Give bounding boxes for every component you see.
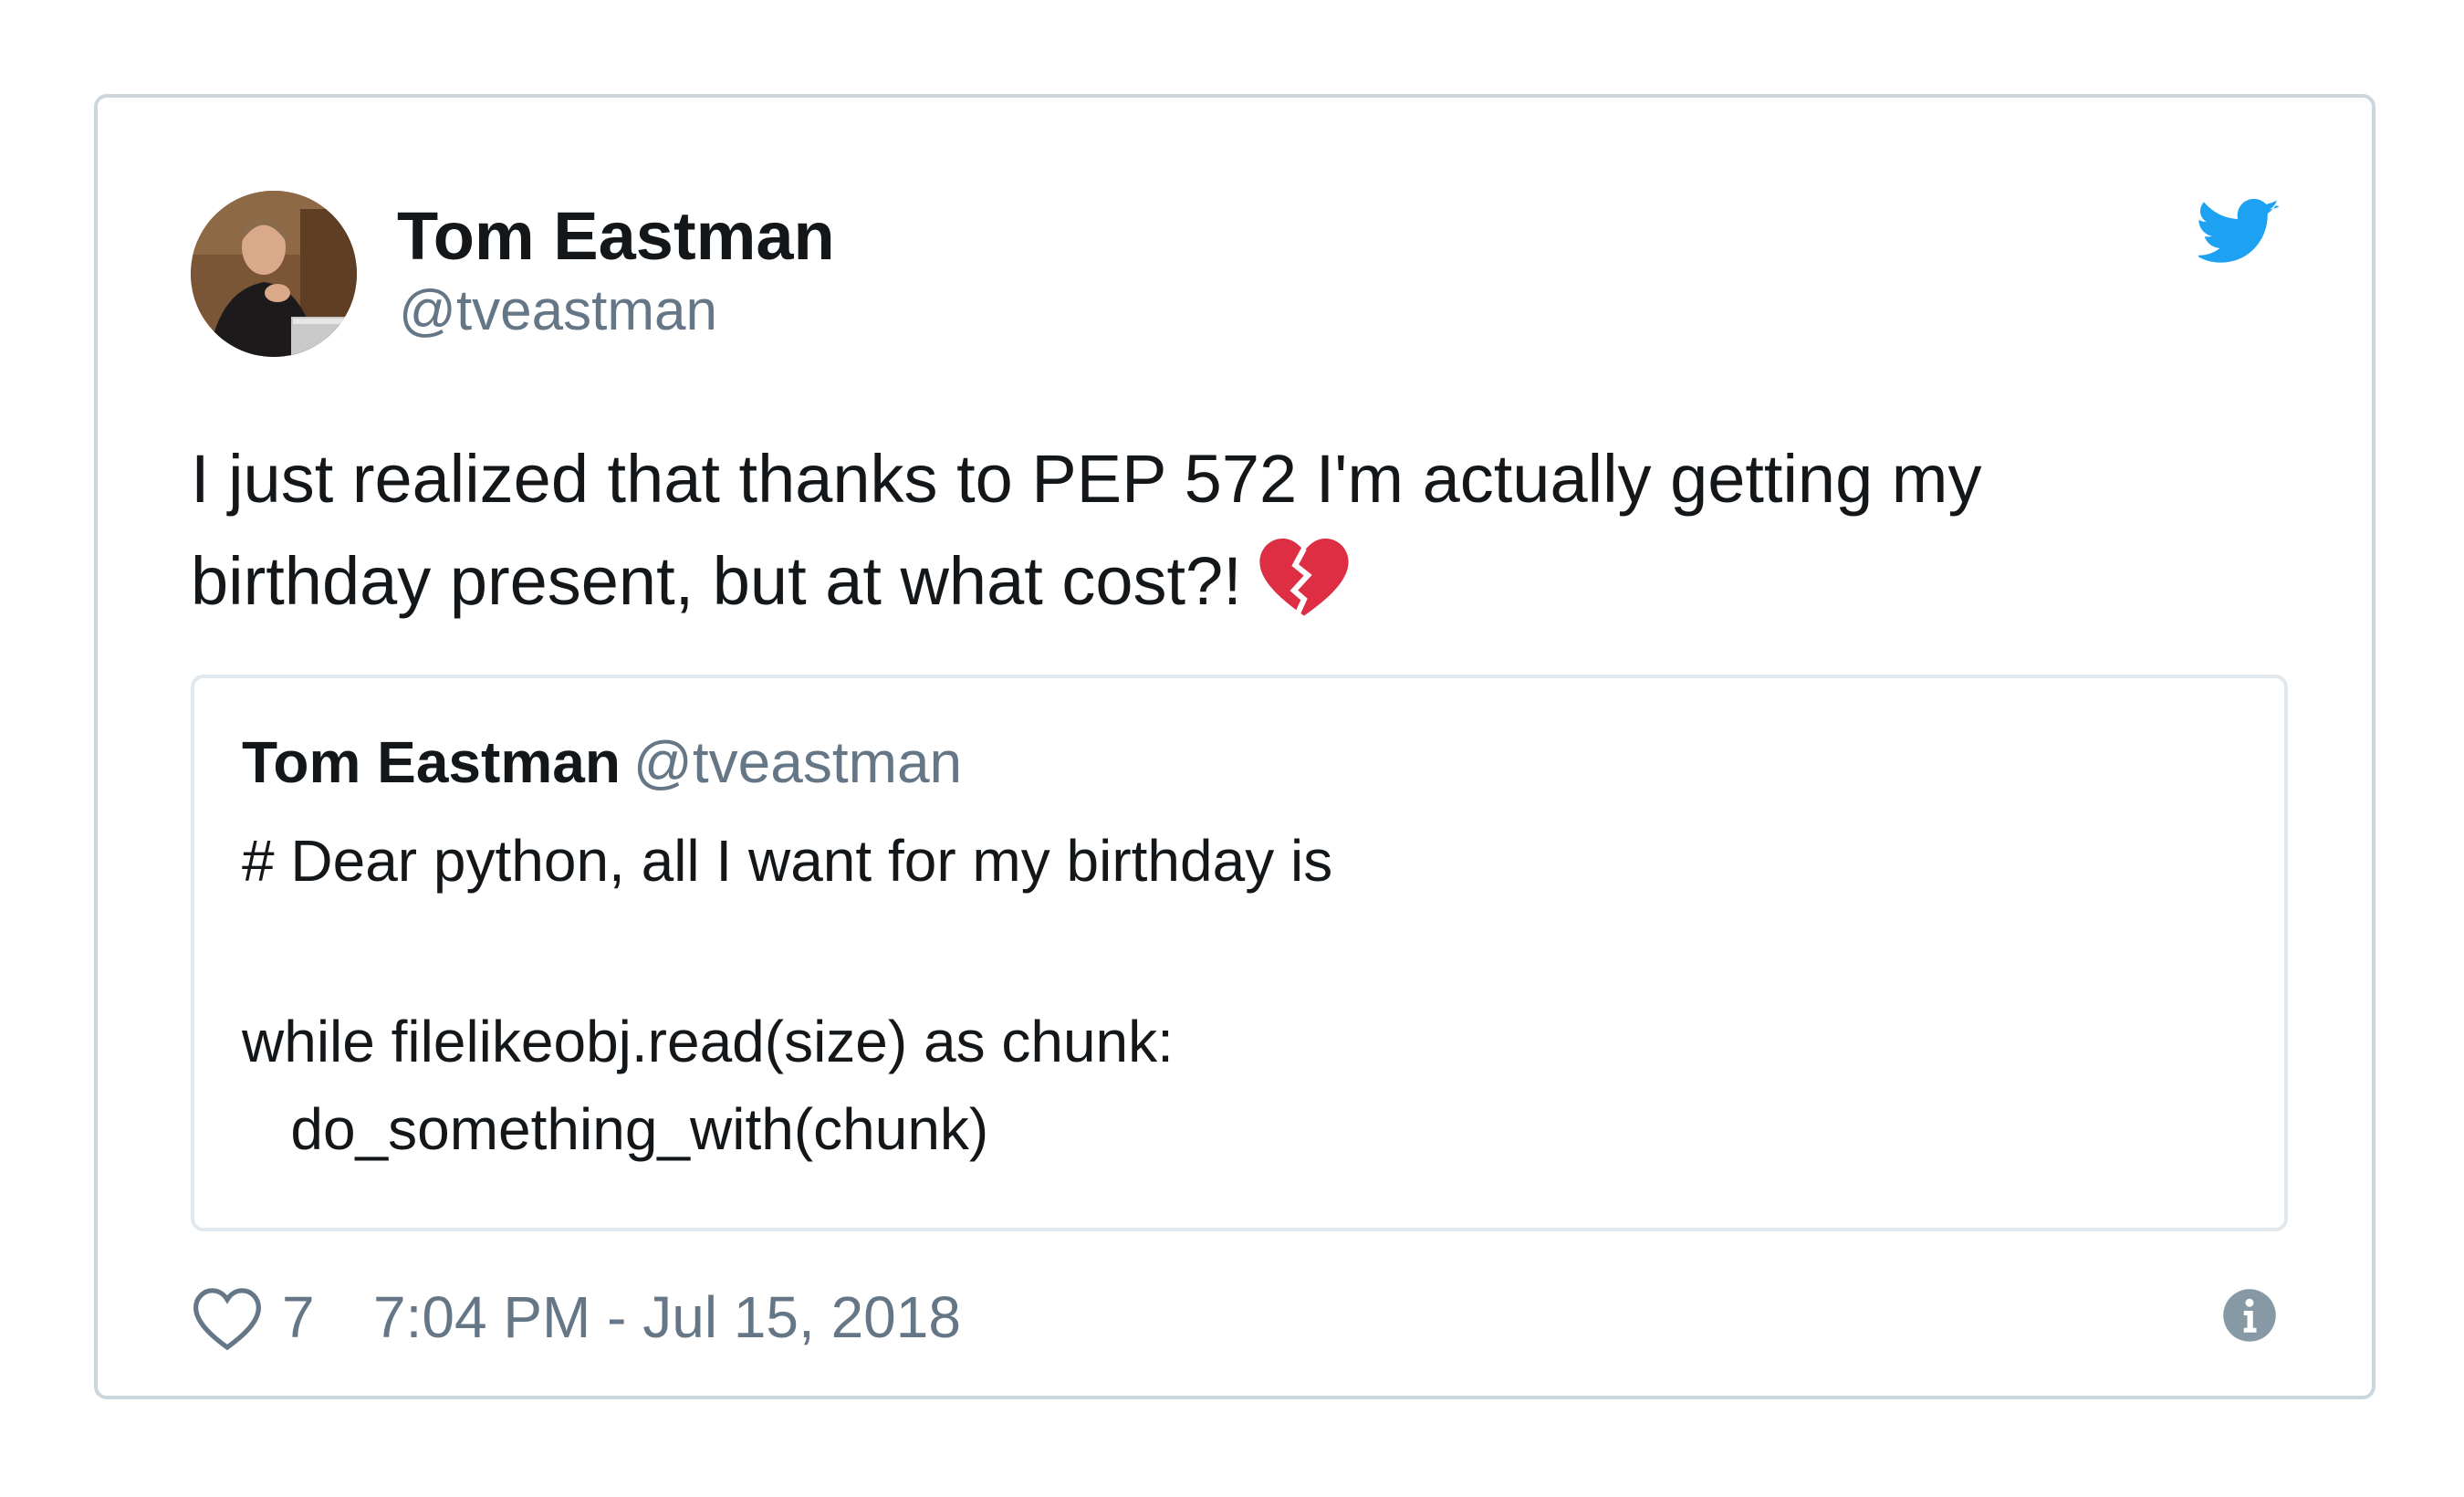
quoted-tweet-line: do_something_with(chunk) [242, 1096, 989, 1162]
quoted-tweet-line: # Dear python, all I want for my birthda… [242, 828, 1333, 894]
avatar[interactable] [191, 191, 357, 357]
quoted-tweet[interactable]: Tom Eastman @tveastman # Dear python, all… [191, 675, 2288, 1231]
twitter-bird-icon[interactable] [2198, 198, 2281, 267]
quoted-tweet-line: while filelikeobj.read(size) as chunk: [242, 1009, 1174, 1074]
broken-heart-icon [1259, 538, 1349, 616]
quoted-author-name: Tom Eastman [242, 729, 621, 795]
tweet-text-segment: birthday present, but at what cost?! [191, 543, 1242, 619]
tweet-text: I just realized that thanks to PEP 572 I… [191, 428, 2271, 633]
quoted-author-handle: @tveastman [632, 729, 963, 795]
author-name[interactable]: Tom Eastman [397, 196, 835, 277]
like-count[interactable]: 7 [282, 1282, 315, 1353]
tweet-text-line: birthday present, but at what cost?! [191, 530, 2271, 633]
tweet-text-line: I just realized that thanks to PEP 572 I… [191, 441, 1982, 517]
tweet-timestamp[interactable]: 7:04 PM - Jul 15, 2018 [373, 1282, 961, 1353]
author-handle[interactable]: @tveastman [399, 277, 717, 345]
tweet-footer: 7 7:04 PM - Jul 15, 2018 [191, 1277, 2290, 1368]
tweet-card: Tom Eastman @tveastman I just realized t… [94, 94, 2375, 1399]
info-icon[interactable] [2222, 1288, 2277, 1343]
heart-outline-icon[interactable] [191, 1286, 264, 1352]
quoted-tweet-header: Tom Eastman @tveastman [242, 728, 962, 798]
